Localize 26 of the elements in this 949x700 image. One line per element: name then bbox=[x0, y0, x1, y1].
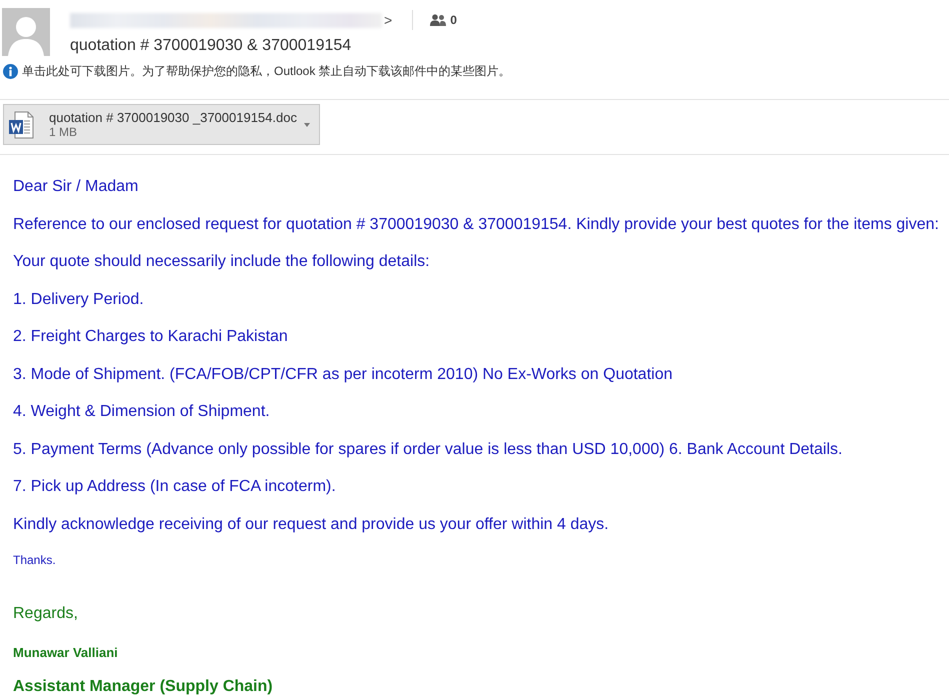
closing-line: Regards, bbox=[13, 605, 79, 623]
people-icon bbox=[430, 14, 446, 26]
word-document-icon bbox=[8, 110, 34, 138]
body-paragraph: 3. Mode of Shipment. (FCA/FOB/CPT/CFR as per incoterm 2010) No Ex-Works on Quotation bbox=[13, 366, 674, 384]
body-paragraph: 7. Pick up Address (In case of FCA incoterm). bbox=[13, 478, 337, 496]
thanks-line: Thanks. bbox=[13, 553, 57, 567]
body-paragraph: 5. Payment Terms (Advance only possible for spares if order value is less than USD 10,000) 6. Bank Account Details. bbox=[13, 440, 844, 458]
signature-title: Assistant Manager (Supply Chain) bbox=[13, 678, 274, 696]
body-paragraph: Dear Sir / Madam bbox=[13, 178, 140, 196]
body-paragraph: 2. Freight Charges to Karachi Pakistan bbox=[13, 328, 289, 346]
sender-address: > bbox=[384, 12, 392, 28]
info-icon bbox=[3, 64, 18, 78]
recipient-count: 0 bbox=[450, 13, 457, 27]
body-paragraph: 4. Weight & Dimension of Shipment. bbox=[13, 403, 271, 421]
body-paragraph: Reference to our enclosed request for quotation # 3700019030 & 3700019154. Kindly provide your best quotes for the items given: bbox=[13, 216, 940, 234]
body-paragraph: Your quote should necessarily include the following details: bbox=[13, 253, 431, 271]
attachment-name: quotation # 3700019030 _3700019154.doc bbox=[49, 110, 297, 124]
email-subject: quotation # 3700019030 & 3700019154 bbox=[70, 36, 352, 56]
attachment-item[interactable]: quotation # 3700019030 _3700019154.doc 1 MB bbox=[3, 104, 320, 145]
signature-name: Munawar Valliani bbox=[13, 644, 119, 660]
attachment-size: 1 MB bbox=[49, 124, 78, 138]
body-paragraph: Kindly acknowledge receiving of our request and provide us your offer within 4 days. bbox=[13, 516, 610, 534]
avatar-placeholder bbox=[2, 8, 50, 56]
image-blocked-notice[interactable]: 单击此处可下载图片。为了帮助保护您的隐私，Outlook 禁止自动下载该邮件中的某些图片。 bbox=[22, 64, 511, 78]
body-paragraph: 1. Delivery Period. bbox=[13, 290, 145, 308]
caret-icon bbox=[304, 122, 310, 126]
